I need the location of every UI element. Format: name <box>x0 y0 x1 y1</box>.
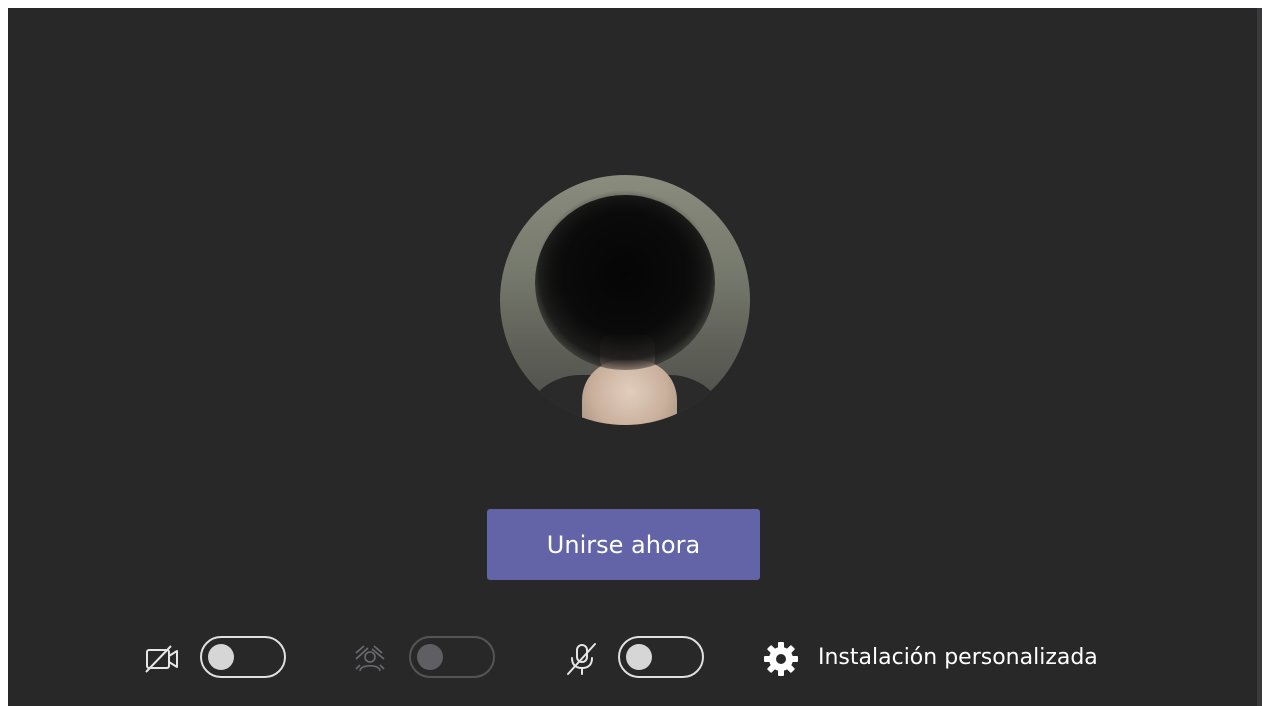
camera-off-icon[interactable] <box>143 643 183 675</box>
microphone-off-icon[interactable] <box>564 641 600 677</box>
preview-blurred-face <box>535 195 715 370</box>
join-now-button[interactable]: Unirse ahora <box>487 509 760 580</box>
microphone-toggle-knob <box>626 644 652 670</box>
microphone-toggle[interactable] <box>618 636 704 678</box>
background-blur-icon <box>355 645 385 672</box>
window-edge <box>1257 8 1262 706</box>
background-toggle-knob <box>417 644 443 670</box>
gear-icon[interactable] <box>762 640 800 678</box>
custom-setup-link[interactable]: Instalación personalizada <box>818 643 1098 673</box>
background-toggle[interactable] <box>409 636 495 678</box>
camera-toggle[interactable] <box>200 636 286 678</box>
camera-preview <box>500 175 750 425</box>
camera-toggle-knob <box>208 644 234 670</box>
